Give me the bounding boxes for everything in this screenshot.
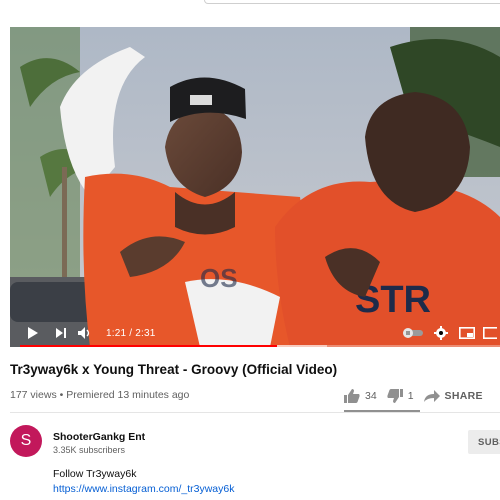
volume-icon — [78, 327, 90, 339]
play-button[interactable] — [16, 319, 50, 347]
next-icon — [56, 328, 66, 338]
video-title: Tr3yway6k x Young Threat - Groovy (Offic… — [10, 362, 338, 377]
player-controls: 1:21 / 2:31 — [10, 319, 500, 347]
autoplay-toggle[interactable] — [398, 319, 428, 347]
video-player[interactable]: OS STR 1:21 / 2:31 — [10, 27, 500, 347]
theater-button[interactable] — [480, 319, 500, 347]
subscriber-count: 3.35K subscribers — [53, 445, 126, 455]
autoplay-toggle-icon — [403, 328, 423, 338]
youtube-watch-page: OS STR 1:21 / 2:31 Tr3yway6k x Young Thr… — [0, 0, 500, 500]
miniplayer-icon — [459, 327, 475, 339]
share-label: SHARE — [444, 390, 483, 402]
description-link[interactable]: https://www.instagram.com/_tr3yway6k — [53, 483, 234, 495]
search-bar[interactable] — [204, 0, 500, 4]
dislike-icon — [387, 389, 403, 403]
miniplayer-button[interactable] — [454, 319, 480, 347]
time-display: 1:21 / 2:31 — [106, 327, 156, 339]
divider — [10, 412, 500, 413]
dislike-count: 1 — [407, 390, 414, 402]
settings-button[interactable] — [428, 319, 454, 347]
next-button[interactable] — [50, 319, 72, 347]
share-icon — [423, 390, 440, 402]
video-actions: 34 1 SHARE — [344, 385, 493, 407]
settings-icon — [434, 326, 448, 340]
subscribe-button[interactable]: SUBS — [468, 430, 500, 454]
like-count: 34 — [365, 390, 377, 402]
channel-name[interactable]: ShooterGankg Ent — [53, 431, 145, 443]
theater-icon — [483, 327, 497, 339]
like-icon — [344, 389, 360, 403]
share-button[interactable]: SHARE — [423, 390, 483, 402]
video-meta: 177 views • Premiered 13 minutes ago — [10, 389, 190, 401]
play-icon — [28, 327, 38, 339]
description-text: Follow Tr3yway6k — [53, 468, 137, 480]
video-frame[interactable]: OS STR — [10, 27, 500, 347]
dislike-button[interactable]: 1 — [387, 389, 414, 403]
like-button[interactable]: 34 — [344, 389, 377, 403]
mute-button[interactable] — [72, 319, 98, 347]
channel-avatar[interactable]: S — [10, 425, 42, 457]
svg-text:OS: OS — [200, 263, 238, 293]
video-still-image: OS STR — [10, 27, 500, 347]
